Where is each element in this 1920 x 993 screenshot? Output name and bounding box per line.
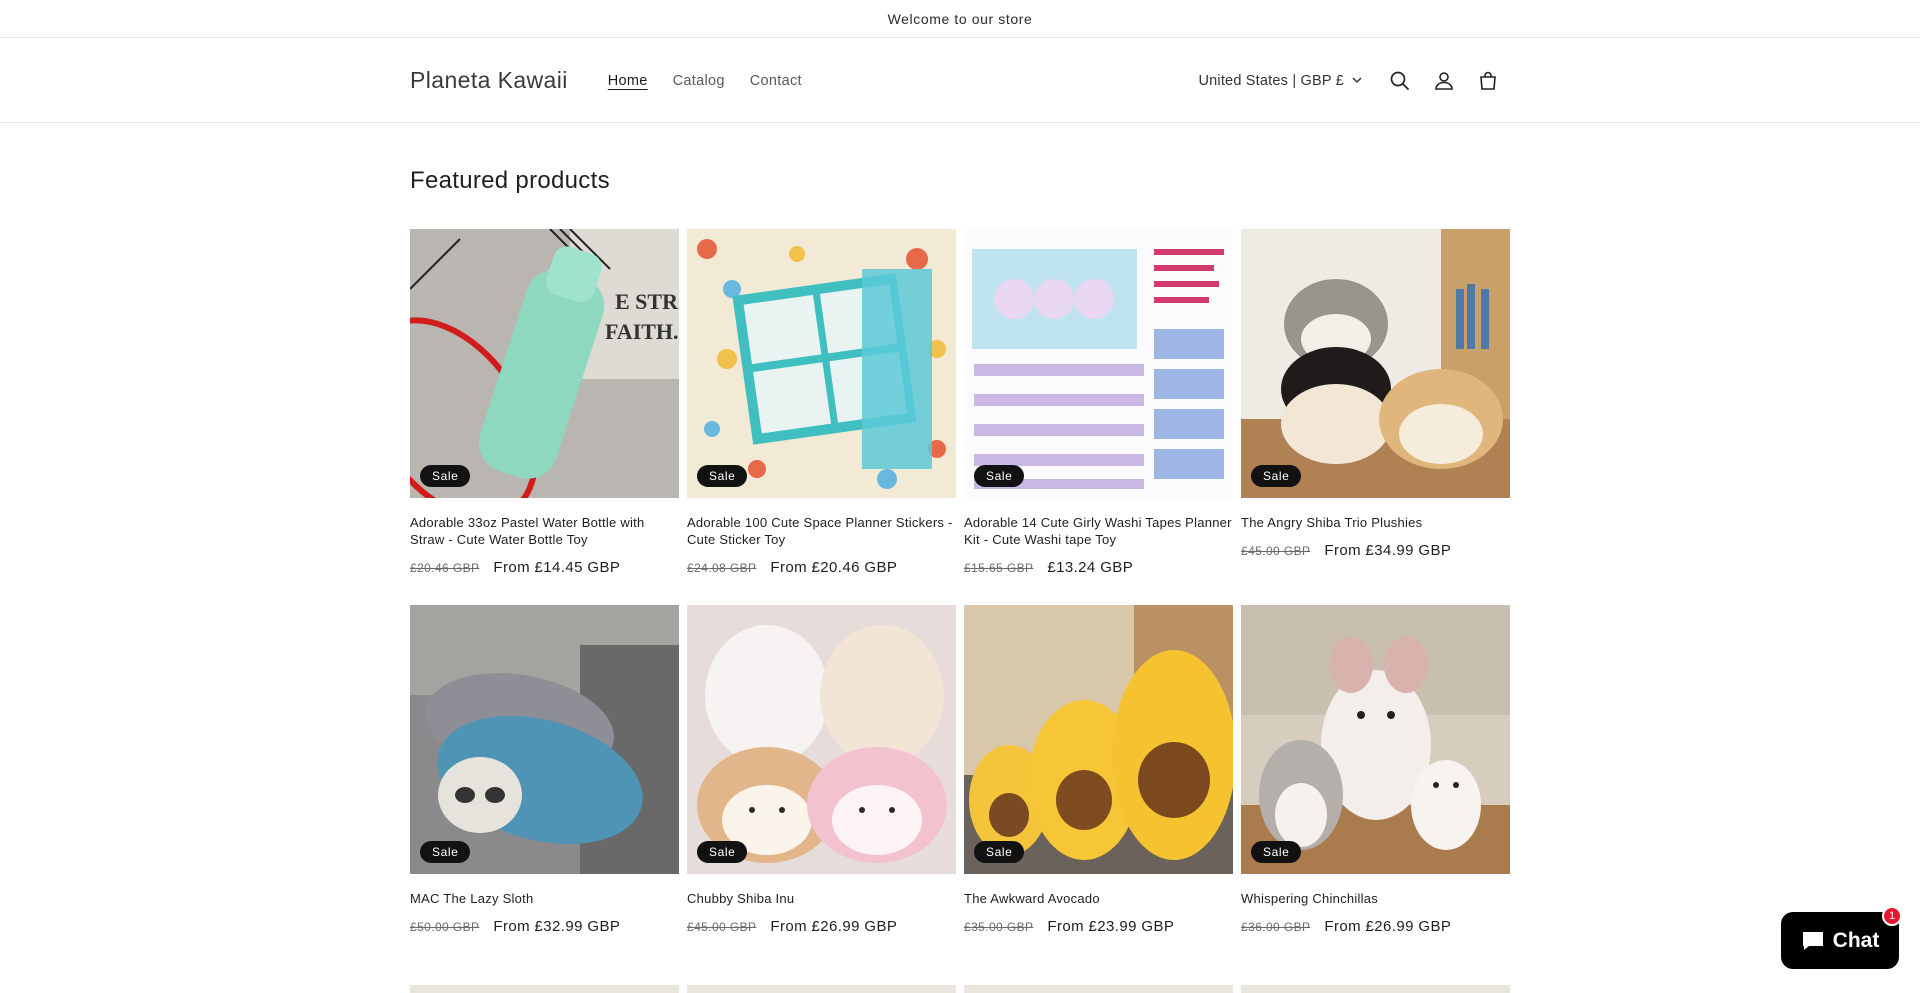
sale-badge: Sale	[697, 841, 748, 863]
chevron-down-icon	[1352, 77, 1362, 84]
svg-text:FAITH..JO: FAITH..JO	[605, 319, 679, 344]
product-image[interactable]: Sale	[687, 229, 956, 498]
product-title[interactable]: MAC The Lazy Sloth	[410, 890, 679, 907]
product-image[interactable]	[410, 985, 679, 993]
product-card[interactable]: Sale Whispering Chinchillas £36.00 GBP Fr…	[1241, 605, 1510, 957]
sale-price: From £14.45 GBP	[493, 559, 621, 576]
product-title[interactable]: Adorable 100 Cute Space Planner Stickers…	[687, 514, 956, 548]
user-icon	[1435, 71, 1453, 90]
product-card[interactable]: E STR FAITH..JO Sale Adorable 33oz Paste…	[410, 229, 679, 581]
chat-button[interactable]: Chat	[1781, 912, 1899, 969]
sale-price: From £23.99 GBP	[1047, 918, 1175, 935]
product-card[interactable]: Sale MAC The Lazy Sloth £50.00 GBP From £…	[410, 605, 679, 957]
sale-badge: Sale	[1251, 841, 1302, 863]
main-nav: Home Catalog Contact	[608, 73, 802, 89]
product-card[interactable]: Sale Adorable 14 Cute Girly Washi Tapes …	[964, 229, 1233, 581]
sale-price: From £34.99 GBP	[1324, 542, 1452, 559]
regular-price: £20.46 GBP	[410, 561, 480, 575]
locale-label: United States | GBP £	[1198, 72, 1344, 89]
product-card[interactable]: Sale Adorable 100 Cute Space Planner Sti…	[687, 229, 956, 581]
regular-price: £24.08 GBP	[687, 561, 757, 575]
sale-badge: Sale	[974, 841, 1025, 863]
product-title[interactable]: Whispering Chinchillas	[1241, 890, 1510, 907]
sale-price: From £26.99 GBP	[770, 918, 898, 935]
sale-badge: Sale	[697, 465, 748, 487]
nav-catalog[interactable]: Catalog	[673, 73, 725, 89]
product-card[interactable]: Sale The Angry Shiba Trio Plushies £45.0…	[1241, 229, 1510, 581]
announcement-bar: Welcome to our store	[0, 0, 1920, 38]
sale-price: From £20.46 GBP	[770, 559, 898, 576]
product-grid: E STR FAITH..JO Sale Adorable 33oz Paste…	[410, 229, 1510, 957]
chat-label: Chat	[1832, 928, 1880, 952]
announcement-text: Welcome to our store	[887, 10, 1033, 27]
section-title: Featured products	[410, 167, 610, 194]
nav-home[interactable]: Home	[608, 73, 648, 89]
chat-bubble-icon	[1802, 931, 1823, 950]
product-image[interactable]: Sale	[1241, 605, 1510, 874]
regular-price: £15.65 GBP	[964, 561, 1034, 575]
nav-contact[interactable]: Contact	[750, 73, 802, 89]
regular-price: £45.00 GBP	[687, 920, 757, 934]
product-image[interactable]	[1241, 985, 1510, 993]
sale-badge: Sale	[420, 841, 471, 863]
account-button[interactable]	[1422, 59, 1466, 103]
product-image[interactable]: Sale	[1241, 229, 1510, 498]
cart-button[interactable]	[1466, 59, 1510, 103]
product-image[interactable]: Sale	[687, 605, 956, 874]
product-image[interactable]: Sale	[964, 229, 1233, 498]
cart-icon	[1480, 71, 1496, 90]
product-title[interactable]: Adorable 14 Cute Girly Washi Tapes Plann…	[964, 514, 1233, 548]
svg-text:E STR: E STR	[615, 289, 679, 314]
sale-badge: Sale	[1251, 465, 1302, 487]
site-header: Planeta Kawaii Home Catalog Contact Unit…	[0, 38, 1920, 123]
search-button[interactable]	[1378, 59, 1422, 103]
chat-unread-badge: 1	[1882, 906, 1902, 926]
product-image[interactable]: Sale	[964, 605, 1233, 874]
sale-badge: Sale	[974, 465, 1025, 487]
product-title[interactable]: Adorable 33oz Pastel Water Bottle with S…	[410, 514, 679, 548]
sale-price: From £32.99 GBP	[493, 918, 621, 935]
product-title[interactable]: Chubby Shiba Inu	[687, 890, 956, 907]
product-title[interactable]: The Angry Shiba Trio Plushies	[1241, 514, 1510, 531]
product-image[interactable]	[687, 985, 956, 993]
product-card[interactable]: Sale The Awkward Avocado £35.00 GBP From …	[964, 605, 1233, 957]
product-image[interactable]	[964, 985, 1233, 993]
search-icon	[1390, 71, 1410, 90]
next-row-peek	[410, 985, 1510, 993]
regular-price: £35.00 GBP	[964, 920, 1034, 934]
product-card[interactable]: Sale Chubby Shiba Inu £45.00 GBP From £26…	[687, 605, 956, 957]
sale-price: From £26.99 GBP	[1324, 918, 1452, 935]
regular-price: £36.00 GBP	[1241, 920, 1311, 934]
sale-price: £13.24 GBP	[1047, 559, 1134, 576]
product-title[interactable]: The Awkward Avocado	[964, 890, 1233, 907]
regular-price: £45.00 GBP	[1241, 544, 1311, 558]
regular-price: £50.00 GBP	[410, 920, 480, 934]
country-currency-selector[interactable]: United States | GBP £	[1198, 73, 1362, 89]
product-image[interactable]: Sale	[410, 605, 679, 874]
store-logo[interactable]: Planeta Kawaii	[410, 67, 568, 94]
sale-badge: Sale	[420, 465, 471, 487]
product-image[interactable]: E STR FAITH..JO Sale	[410, 229, 679, 498]
